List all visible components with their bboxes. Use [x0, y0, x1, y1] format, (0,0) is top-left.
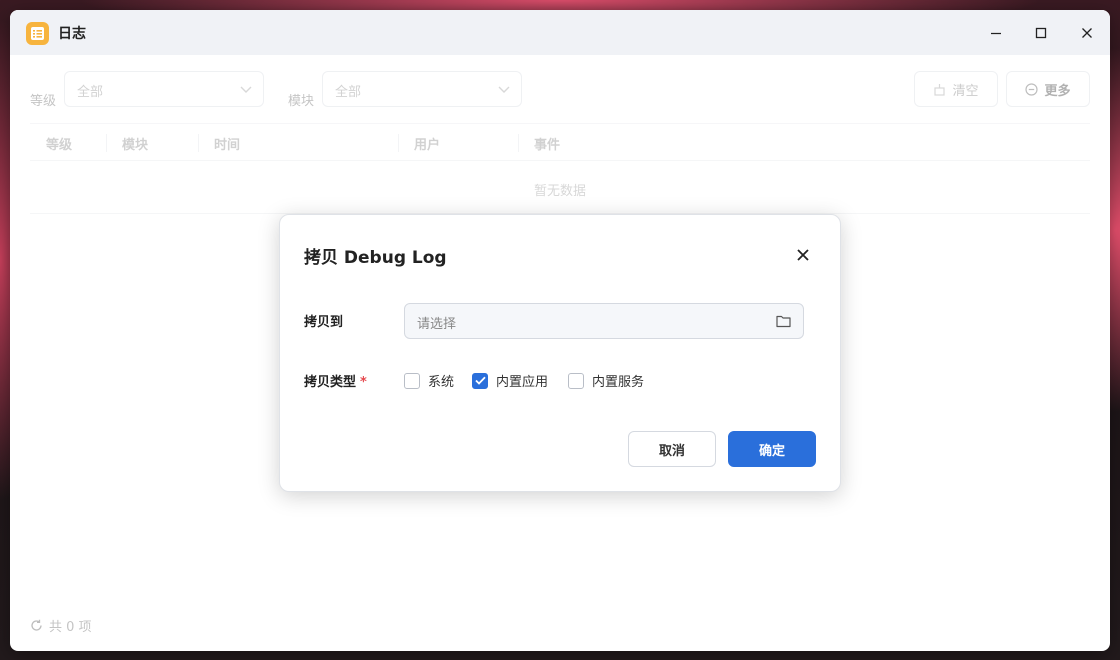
option-builtin-services[interactable]: 内置服务	[568, 371, 644, 390]
copy-debug-log-dialog: 拷贝 Debug Log 拷贝到 请选择 拷贝类型 * 系统 内置应用 内置服务 …	[279, 214, 841, 492]
checkbox-builtin-apps[interactable]	[472, 372, 488, 389]
option-builtin-apps[interactable]: 内置应用	[472, 371, 548, 390]
minimize-icon	[991, 32, 1001, 35]
minimize-button[interactable]	[981, 18, 1011, 48]
copy-to-placeholder: 请选择	[417, 317, 457, 332]
folder-icon[interactable]	[776, 314, 791, 328]
option-system[interactable]: 系统	[404, 371, 454, 390]
title-bar: 日志	[10, 10, 1110, 55]
maximize-icon	[1035, 27, 1047, 39]
close-window-button[interactable]	[1072, 18, 1102, 48]
copy-to-label: 拷贝到	[304, 315, 344, 330]
checkmark-icon	[474, 376, 486, 385]
copy-type-label-text: 拷贝类型	[304, 375, 357, 390]
option-builtin-services-label: 内置服务	[592, 375, 645, 390]
log-app-icon	[26, 22, 49, 45]
confirm-button[interactable]: 确定	[728, 431, 816, 467]
maximize-button[interactable]	[1026, 18, 1056, 48]
window-title: 日志	[58, 26, 86, 42]
close-icon	[1082, 28, 1092, 38]
checkbox-builtin-services[interactable]	[568, 372, 584, 389]
close-icon	[797, 249, 809, 261]
option-builtin-apps-label: 内置应用	[496, 375, 549, 390]
dialog-close-button[interactable]	[790, 242, 816, 268]
option-system-label: 系统	[428, 375, 455, 390]
copy-type-label: 拷贝类型 *	[304, 371, 367, 390]
dialog-title: 拷贝 Debug Log	[304, 248, 447, 268]
checkbox-system[interactable]	[404, 372, 420, 389]
required-mark: *	[360, 375, 367, 390]
cancel-button[interactable]: 取消	[628, 431, 716, 467]
log-window: 日志 等级 全部 模块 全部 清空 更多 等级 模块 时间 用户 事件 暂无数据…	[10, 10, 1110, 651]
copy-to-path-input[interactable]: 请选择	[404, 303, 804, 339]
